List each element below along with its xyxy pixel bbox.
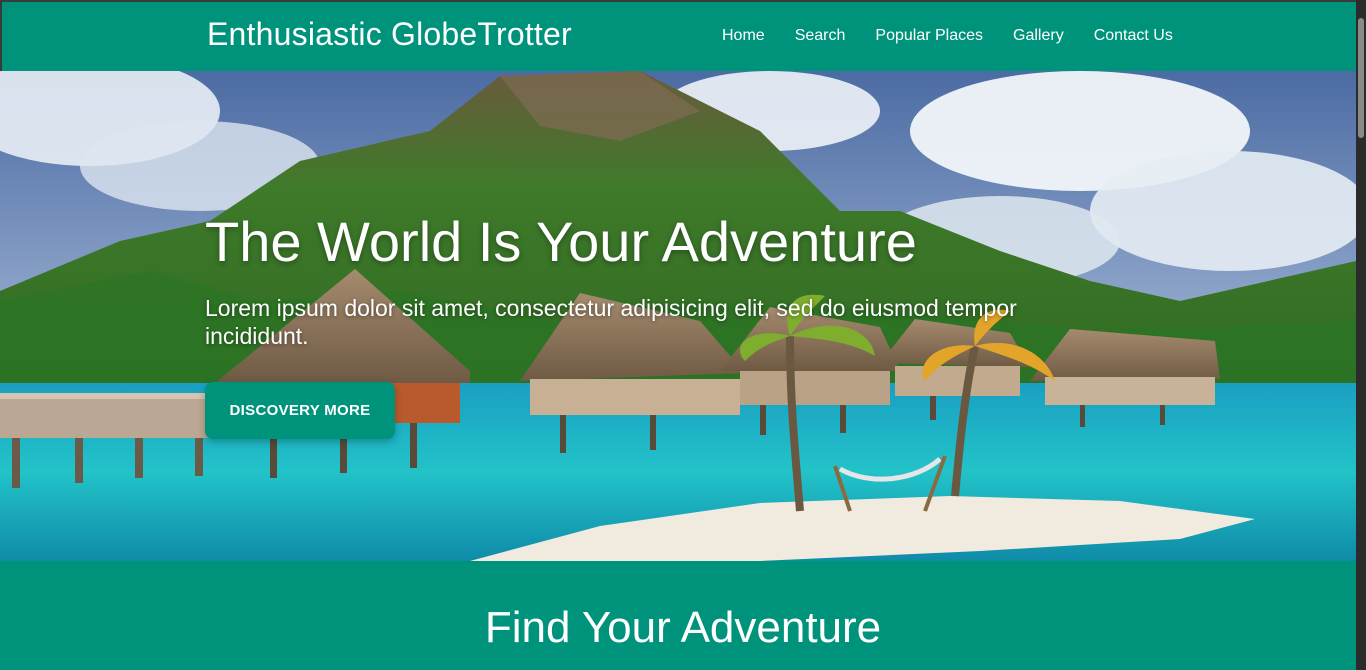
top-navbar: Enthusiastic GlobeTrotter Home Search Po… [0,0,1366,71]
site-brand[interactable]: Enthusiastic GlobeTrotter [207,16,572,53]
main-nav: Home Search Popular Places Gallery Conta… [722,27,1203,45]
discovery-more-button[interactable]: DISCOVERY MORE [205,382,395,439]
nav-home-link[interactable]: Home [722,27,765,45]
section-title: Find Your Adventure [484,603,882,652]
scrollbar-thumb[interactable] [1358,18,1364,138]
nav-search-link[interactable]: Search [795,27,846,45]
hero-title: The World Is Your Adventure [205,210,917,273]
hero-subtitle: Lorem ipsum dolor sit amet, consectetur … [205,295,1017,349]
hero-section: The World Is Your Adventure Lorem ipsum … [0,71,1356,561]
find-adventure-section: Find Your Adventure [0,561,1356,670]
page-scrollbar[interactable] [1356,0,1366,670]
nav-gallery-link[interactable]: Gallery [1013,27,1064,45]
nav-popular-places-link[interactable]: Popular Places [875,27,983,45]
nav-contact-us-link[interactable]: Contact Us [1094,27,1173,45]
